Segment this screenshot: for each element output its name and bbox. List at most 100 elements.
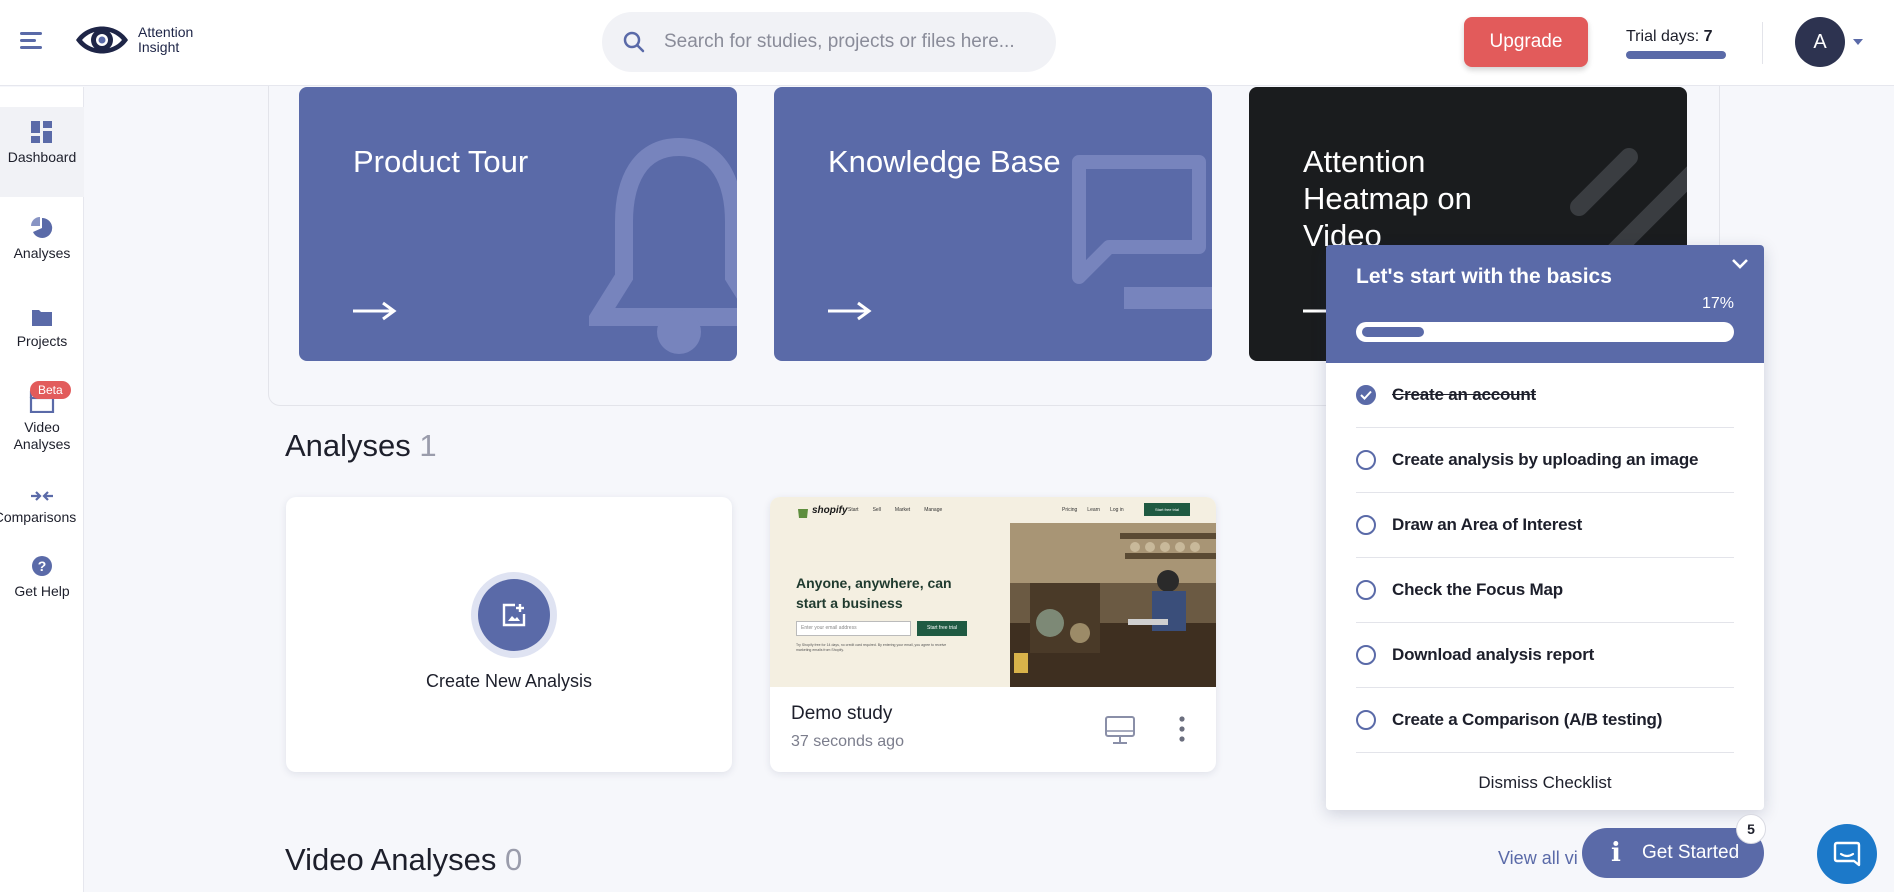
avatar[interactable]: A bbox=[1795, 17, 1845, 67]
product-tour-card[interactable]: Product Tour bbox=[299, 87, 737, 361]
checklist-item-label: Download analysis report bbox=[1392, 645, 1595, 664]
sidebar-item-label: Get Help bbox=[14, 583, 70, 599]
video-analyses-count: 0 bbox=[505, 842, 523, 877]
arrow-right-icon bbox=[353, 301, 397, 321]
sidebar-item-label: Comparisons bbox=[0, 509, 77, 525]
thumb-headline-line1: Anyone, anywhere, can bbox=[796, 575, 952, 591]
thumb-cta: Start free trial bbox=[1144, 503, 1190, 516]
desktop-icon bbox=[1105, 716, 1135, 744]
sidebar-item-label: Analyses bbox=[13, 245, 71, 261]
logo-text-line1: Attention bbox=[138, 24, 194, 40]
video-analyses-title: Video Analyses bbox=[285, 842, 497, 877]
arrow-right-icon bbox=[828, 301, 872, 321]
info-icon: i bbox=[1611, 838, 1621, 868]
dashboard-icon bbox=[31, 121, 52, 143]
add-image-icon bbox=[502, 603, 526, 627]
checklist-item-comparison[interactable]: Create a Comparison (A/B testing) bbox=[1356, 688, 1734, 753]
logo[interactable]: Attention Insight bbox=[74, 18, 193, 62]
thumb-nav-right: Pricing Learn Log in bbox=[1062, 507, 1124, 513]
top-bar: Attention Insight Upgrade Trial days: 7 … bbox=[0, 0, 1894, 86]
pie-chart-icon bbox=[31, 217, 53, 238]
chat-bubble-icon bbox=[1072, 155, 1212, 309]
header-divider bbox=[1762, 22, 1763, 64]
thumb-nav-item: Log in bbox=[1110, 507, 1124, 513]
dismiss-checklist-button[interactable]: Dismiss Checklist bbox=[1326, 773, 1764, 793]
onboarding-checklist: Let's start with the basics 17% Create a… bbox=[1326, 245, 1764, 810]
checklist-progress-bar bbox=[1356, 322, 1734, 342]
sidebar-item-label: Video Analyses bbox=[13, 419, 71, 452]
card-title: Attention Heatmap on Video bbox=[1303, 144, 1472, 253]
analyses-count: 1 bbox=[419, 428, 437, 463]
chevron-down-icon[interactable] bbox=[1730, 257, 1750, 271]
chevron-down-icon[interactable] bbox=[1853, 39, 1863, 45]
chat-launcher-button[interactable] bbox=[1817, 824, 1877, 884]
thumb-nav-item: Pricing bbox=[1062, 507, 1078, 513]
checklist-item-create-analysis[interactable]: Create analysis by uploading an image bbox=[1356, 428, 1734, 493]
knowledge-base-card[interactable]: Knowledge Base bbox=[774, 87, 1212, 361]
compare-arrows-icon bbox=[31, 491, 53, 501]
checklist-item-draw-aoi[interactable]: Draw an Area of Interest bbox=[1356, 493, 1734, 558]
help-icon: ? bbox=[32, 556, 52, 576]
chat-icon bbox=[1833, 841, 1861, 867]
trial-days-label: Trial days: bbox=[1626, 28, 1700, 45]
hamburger-menu-icon[interactable] bbox=[20, 32, 44, 52]
empty-circle-icon bbox=[1356, 580, 1376, 600]
analyses-title: Analyses bbox=[285, 428, 411, 463]
create-analysis-button[interactable] bbox=[478, 579, 550, 651]
thumb-headline: Anyone, anywhere, can start a business bbox=[796, 573, 952, 613]
sidebar-item-video-analyses[interactable]: Beta Video Analyses bbox=[0, 381, 84, 453]
thumb-nav-item: Market bbox=[894, 507, 911, 513]
get-started-label: Get Started bbox=[1642, 842, 1740, 863]
sidebar-item-analyses[interactable]: Analyses bbox=[0, 217, 84, 261]
empty-circle-icon bbox=[1356, 450, 1376, 470]
card-title: Product Tour bbox=[353, 144, 529, 179]
thumb-nav-item: Manage bbox=[924, 507, 943, 513]
checklist-item-label: Create analysis by uploading an image bbox=[1392, 450, 1699, 469]
sidebar-item-label: Dashboard bbox=[7, 149, 77, 165]
sidebar-item-dashboard[interactable]: Dashboard bbox=[0, 107, 84, 197]
svg-text:?: ? bbox=[38, 558, 47, 574]
empty-circle-icon bbox=[1356, 710, 1376, 730]
checklist-item-download-report[interactable]: Download analysis report bbox=[1356, 623, 1734, 688]
eye-logo-icon bbox=[76, 26, 128, 54]
thumb-headline-line2: start a business bbox=[796, 595, 903, 611]
more-options-icon[interactable] bbox=[1178, 715, 1186, 743]
thumb-footnote-line2: marketing emails from Shopify. bbox=[796, 648, 844, 652]
thumb-nav-item: Sell bbox=[872, 507, 881, 513]
demo-study-thumbnail[interactable]: shopify Start Sell Market Manage Pricing… bbox=[770, 497, 1216, 687]
thumb-photo bbox=[1010, 523, 1216, 687]
sidebar: Dashboard Analyses Projects Beta Video A… bbox=[0, 87, 84, 892]
checklist-item-label: Check the Focus Map bbox=[1392, 580, 1563, 599]
sidebar-item-comparisons[interactable]: Comparisons bbox=[0, 489, 84, 525]
sidebar-item-label: Projects bbox=[16, 333, 68, 349]
sidebar-item-get-help[interactable]: ? Get Help bbox=[0, 555, 84, 599]
thumb-nav-item: Learn bbox=[1087, 507, 1101, 513]
empty-circle-icon bbox=[1356, 515, 1376, 535]
thumb-logo: shopify bbox=[812, 505, 848, 516]
empty-circle-icon bbox=[1356, 645, 1376, 665]
checklist-item-create-account[interactable]: Create an account bbox=[1356, 363, 1734, 428]
checklist-item-label: Create an account bbox=[1392, 385, 1536, 404]
thumb-nav-item: Start bbox=[848, 507, 859, 513]
folder-icon bbox=[32, 310, 52, 326]
checklist-title: Let's start with the basics bbox=[1356, 265, 1612, 288]
create-analysis-tile[interactable]: Create New Analysis bbox=[286, 497, 732, 772]
trial-days-count: 7 bbox=[1703, 28, 1713, 45]
search-icon bbox=[623, 31, 645, 53]
checklist-item-focus-map[interactable]: Check the Focus Map bbox=[1356, 558, 1734, 623]
sidebar-item-projects[interactable]: Projects bbox=[0, 307, 84, 349]
bell-icon bbox=[589, 137, 737, 354]
thumb-nav: Start Sell Market Manage bbox=[848, 507, 942, 513]
create-analysis-label: Create New Analysis bbox=[425, 671, 593, 691]
upgrade-button[interactable]: Upgrade bbox=[1464, 17, 1588, 67]
card-title: Knowledge Base bbox=[828, 144, 1061, 179]
search-input[interactable] bbox=[664, 31, 1024, 53]
checklist-item-label: Draw an Area of Interest bbox=[1392, 515, 1583, 534]
shopify-logo-icon bbox=[798, 509, 808, 518]
checklist-header: Let's start with the basics 17% bbox=[1326, 245, 1764, 363]
analyses-heading: Analyses 1 bbox=[285, 428, 437, 464]
trial-days: Trial days: 7 bbox=[1626, 28, 1713, 46]
demo-study-title[interactable]: Demo study bbox=[791, 703, 892, 725]
view-all-link[interactable]: View all vi bbox=[1498, 848, 1578, 869]
demo-study-card[interactable]: shopify Start Sell Market Manage Pricing… bbox=[770, 497, 1216, 772]
